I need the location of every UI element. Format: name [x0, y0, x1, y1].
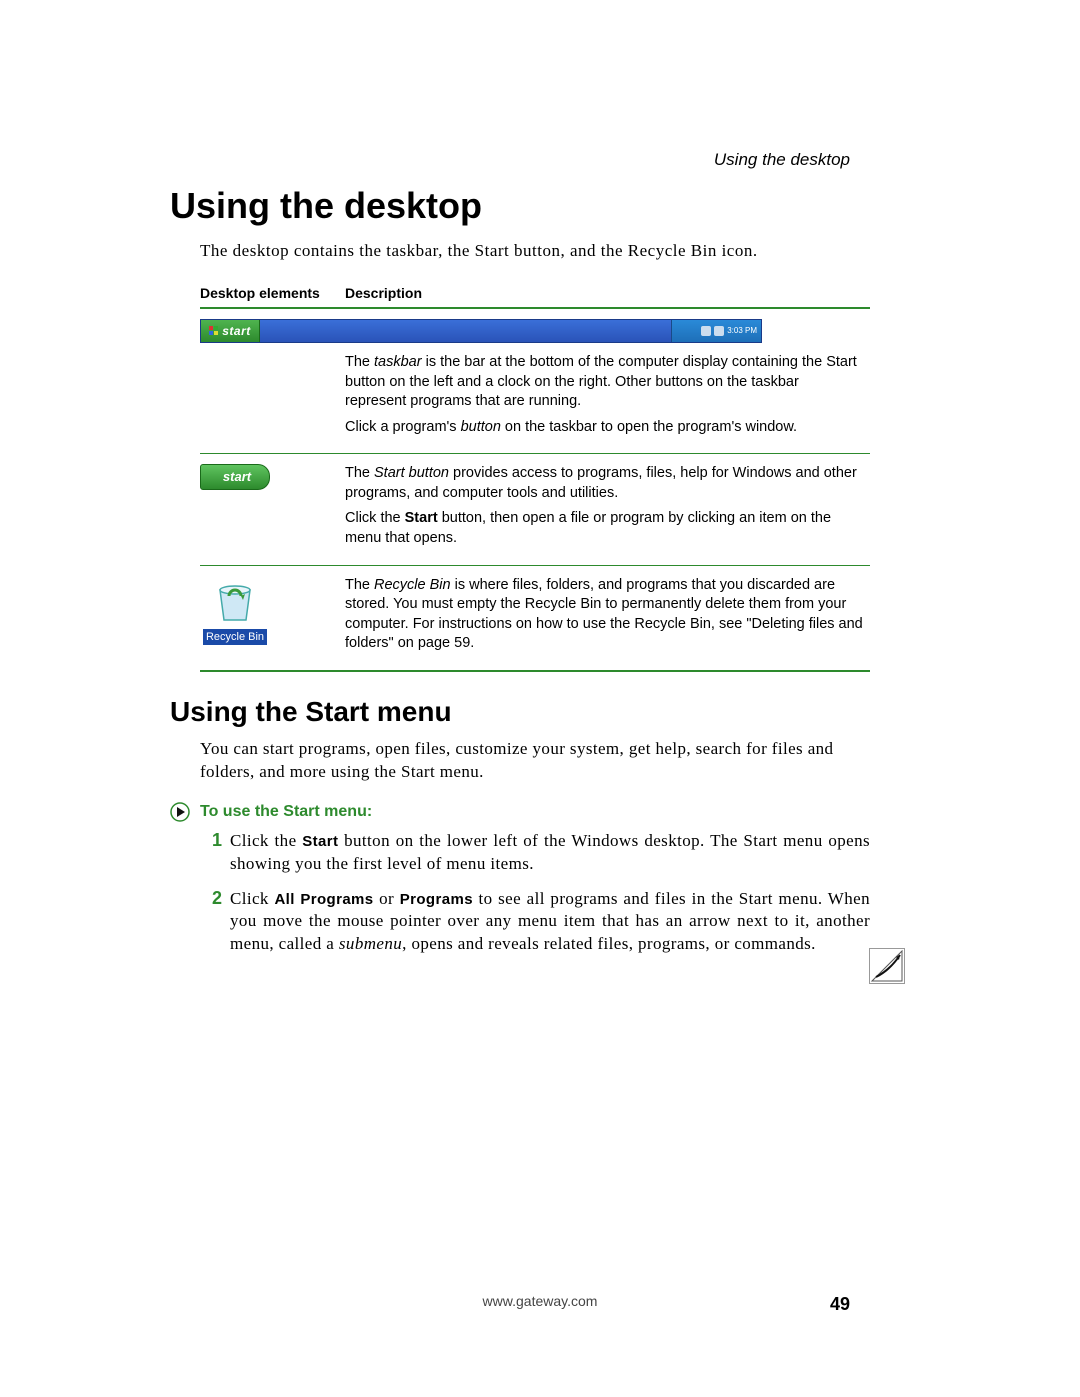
taskbar-graphic: start 3:03 PM [200, 319, 762, 343]
footer-url: www.gateway.com [0, 1293, 1080, 1309]
recycle-bin-desc: The Recycle Bin is where files, folders,… [345, 576, 864, 654]
footer-page-number: 49 [830, 1294, 850, 1315]
heading-using-the-desktop: Using the desktop [170, 185, 870, 227]
step-text: Click the Start button on the lower left… [230, 830, 870, 876]
step-item: 2 Click All Programs or Programs to see … [200, 888, 870, 957]
page-content: Using the desktop The desktop contains t… [170, 185, 870, 968]
taskbar-start-label: start [222, 323, 251, 339]
tray-icon [701, 326, 711, 336]
start-button-desc-p2: Click the Start button, then open a file… [345, 509, 864, 548]
taskbar-desc-p1: The taskbar is the bar at the bottom of … [345, 353, 864, 412]
procedure-steps: 1 Click the Start button on the lower le… [200, 830, 870, 957]
step-text: Click All Programs or Programs to see al… [230, 888, 870, 957]
page-curl-icon [869, 948, 905, 984]
procedure-heading: To use the Start menu: [200, 803, 372, 821]
table-row-start-button: start The Start button provides access t… [200, 454, 870, 565]
windows-flag-icon [209, 326, 219, 336]
taskbar-desc-p2: Click a program's button on the taskbar … [345, 418, 864, 438]
table-row-taskbar: start 3:03 PM [200, 308, 870, 343]
running-head: Using the desktop [714, 150, 850, 170]
recycle-bin-label: Recycle Bin [203, 629, 267, 646]
tray-icon [714, 326, 724, 336]
heading-using-the-start-menu: Using the Start menu [170, 696, 870, 728]
table-header-description: Description [345, 279, 870, 308]
step-item: 1 Click the Start button on the lower le… [200, 830, 870, 876]
procedure-heading-row: To use the Start menu: [170, 802, 870, 822]
table-row-recycle-bin: Recycle Bin The Recycle Bin is where fil… [200, 565, 870, 671]
intro-paragraph: The desktop contains the taskbar, the St… [200, 241, 870, 261]
tray-clock: 3:03 PM [727, 326, 757, 337]
recycle-bin-icon [212, 578, 258, 624]
start-menu-intro: You can start programs, open files, cust… [200, 738, 870, 784]
table-header-elements: Desktop elements [200, 279, 345, 308]
start-button-graphic: start [200, 464, 270, 490]
desktop-elements-table: Desktop elements Description start 3:03 … [200, 279, 870, 672]
step-number: 1 [200, 830, 222, 852]
recycle-bin-graphic: Recycle Bin [200, 578, 270, 647]
table-row-taskbar-desc: The taskbar is the bar at the bottom of … [200, 343, 870, 454]
document-page: Using the desktop Using the desktop The … [0, 0, 1080, 1397]
start-button-desc-p1: The Start button provides access to prog… [345, 464, 864, 503]
play-arrow-icon [170, 802, 190, 822]
taskbar-start-button-graphic: start [201, 320, 260, 342]
taskbar-tray-graphic: 3:03 PM [671, 320, 761, 342]
step-number: 2 [200, 888, 222, 910]
start-button-label: start [223, 468, 251, 486]
